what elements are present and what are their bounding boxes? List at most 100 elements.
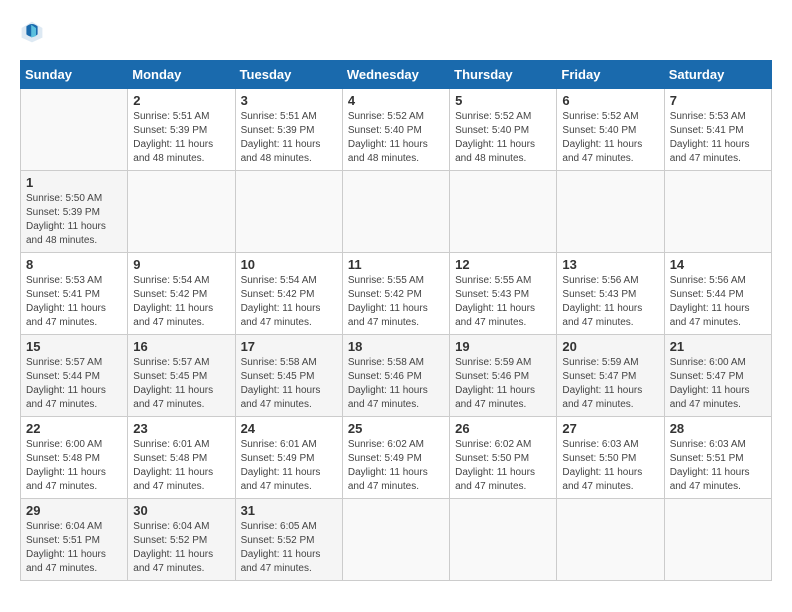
day-number: 22	[26, 421, 122, 436]
calendar-week-row: 2Sunrise: 5:51 AM Sunset: 5:39 PM Daylig…	[21, 89, 772, 171]
calendar-cell	[664, 499, 771, 581]
day-number: 15	[26, 339, 122, 354]
calendar-cell: 4 Sunrise: 5:52 AM Sunset: 5:40 PM Daylig…	[342, 89, 449, 171]
day-info: Sunrise: 5:52 AM Sunset: 5:40 PM Dayligh…	[562, 110, 658, 166]
day-number: 6	[562, 93, 658, 108]
day-number: 1	[26, 175, 122, 190]
logo-icon	[20, 20, 44, 44]
calendar-cell	[557, 171, 664, 253]
calendar-cell: 20Sunrise: 5:59 AM Sunset: 5:47 PM Dayli…	[557, 335, 664, 417]
day-info: Sunrise: 5:52 AM Sunset: 5:40 PM Dayligh…	[455, 110, 551, 166]
day-info: Sunrise: 6:01 AM Sunset: 5:49 PM Dayligh…	[241, 438, 337, 494]
calendar-cell	[450, 171, 557, 253]
day-header-tuesday: Tuesday	[235, 61, 342, 89]
day-info: Sunrise: 5:57 AM Sunset: 5:45 PM Dayligh…	[133, 356, 229, 412]
calendar-cell: 10 Sunrise: 5:54 AM Sunset: 5:42 PM Dayli…	[235, 253, 342, 335]
day-number: 16	[133, 339, 229, 354]
day-number: 31	[241, 503, 337, 518]
calendar-cell	[342, 171, 449, 253]
day-header-wednesday: Wednesday	[342, 61, 449, 89]
day-number: 8	[26, 257, 122, 272]
page-header	[20, 20, 772, 44]
calendar-cell: 16 Sunrise: 5:57 AM Sunset: 5:45 PM Dayli…	[128, 335, 235, 417]
day-info: Sunrise: 5:50 AM Sunset: 5:39 PM Dayligh…	[26, 192, 122, 248]
calendar-cell: 12 Sunrise: 5:55 AM Sunset: 5:43 PM Dayli…	[450, 253, 557, 335]
day-info: Sunrise: 6:03 AM Sunset: 5:51 PM Dayligh…	[670, 438, 766, 494]
logo	[20, 20, 48, 44]
day-number: 27	[562, 421, 658, 436]
calendar-cell: 27 Sunrise: 6:03 AM Sunset: 5:50 PM Dayli…	[557, 417, 664, 499]
day-number: 4	[348, 93, 444, 108]
day-number: 7	[670, 93, 766, 108]
day-number: 14	[670, 257, 766, 272]
calendar-cell: 15Sunrise: 5:57 AM Sunset: 5:44 PM Dayli…	[21, 335, 128, 417]
calendar-cell: 19Sunrise: 5:59 AM Sunset: 5:46 PM Dayli…	[450, 335, 557, 417]
calendar-week-row: 22 Sunrise: 6:00 AM Sunset: 5:48 PM Dayli…	[21, 417, 772, 499]
day-info: Sunrise: 6:03 AM Sunset: 5:50 PM Dayligh…	[562, 438, 658, 494]
day-number: 20	[562, 339, 658, 354]
calendar-cell: 25 Sunrise: 6:02 AM Sunset: 5:49 PM Dayli…	[342, 417, 449, 499]
day-header-monday: Monday	[128, 61, 235, 89]
day-header-thursday: Thursday	[450, 61, 557, 89]
calendar-cell: 3Sunrise: 5:51 AM Sunset: 5:39 PM Daylig…	[235, 89, 342, 171]
calendar-week-row: 29 Sunrise: 6:04 AM Sunset: 5:51 PM Dayli…	[21, 499, 772, 581]
calendar-cell	[450, 499, 557, 581]
calendar-cell: 5 Sunrise: 5:52 AM Sunset: 5:40 PM Daylig…	[450, 89, 557, 171]
day-number: 3	[241, 93, 337, 108]
day-info: Sunrise: 5:56 AM Sunset: 5:43 PM Dayligh…	[562, 274, 658, 330]
day-number: 17	[241, 339, 337, 354]
calendar-header-row: SundayMondayTuesdayWednesdayThursdayFrid…	[21, 61, 772, 89]
calendar-week-row: 1 Sunrise: 5:50 AM Sunset: 5:39 PM Daylig…	[21, 171, 772, 253]
calendar-cell: 17Sunrise: 5:58 AM Sunset: 5:45 PM Dayli…	[235, 335, 342, 417]
calendar-cell	[557, 499, 664, 581]
day-number: 29	[26, 503, 122, 518]
calendar-week-row: 15Sunrise: 5:57 AM Sunset: 5:44 PM Dayli…	[21, 335, 772, 417]
day-number: 11	[348, 257, 444, 272]
day-number: 24	[241, 421, 337, 436]
calendar-cell: 7Sunrise: 5:53 AM Sunset: 5:41 PM Daylig…	[664, 89, 771, 171]
day-number: 21	[670, 339, 766, 354]
calendar-cell	[235, 171, 342, 253]
day-number: 2	[133, 93, 229, 108]
day-number: 23	[133, 421, 229, 436]
day-number: 25	[348, 421, 444, 436]
calendar-cell: 26 Sunrise: 6:02 AM Sunset: 5:50 PM Dayli…	[450, 417, 557, 499]
day-info: Sunrise: 6:02 AM Sunset: 5:50 PM Dayligh…	[455, 438, 551, 494]
day-info: Sunrise: 5:55 AM Sunset: 5:43 PM Dayligh…	[455, 274, 551, 330]
calendar-table: SundayMondayTuesdayWednesdayThursdayFrid…	[20, 60, 772, 581]
day-info: Sunrise: 6:04 AM Sunset: 5:51 PM Dayligh…	[26, 520, 122, 576]
day-info: Sunrise: 5:54 AM Sunset: 5:42 PM Dayligh…	[133, 274, 229, 330]
day-info: Sunrise: 6:02 AM Sunset: 5:49 PM Dayligh…	[348, 438, 444, 494]
day-info: Sunrise: 5:52 AM Sunset: 5:40 PM Dayligh…	[348, 110, 444, 166]
calendar-cell: 23 Sunrise: 6:01 AM Sunset: 5:48 PM Dayli…	[128, 417, 235, 499]
day-info: Sunrise: 6:01 AM Sunset: 5:48 PM Dayligh…	[133, 438, 229, 494]
calendar-cell: 6 Sunrise: 5:52 AM Sunset: 5:40 PM Daylig…	[557, 89, 664, 171]
day-info: Sunrise: 5:54 AM Sunset: 5:42 PM Dayligh…	[241, 274, 337, 330]
day-number: 5	[455, 93, 551, 108]
calendar-cell: 1 Sunrise: 5:50 AM Sunset: 5:39 PM Daylig…	[21, 171, 128, 253]
calendar-cell: 30 Sunrise: 6:04 AM Sunset: 5:52 PM Dayli…	[128, 499, 235, 581]
day-number: 12	[455, 257, 551, 272]
day-header-saturday: Saturday	[664, 61, 771, 89]
day-number: 30	[133, 503, 229, 518]
day-number: 28	[670, 421, 766, 436]
day-info: Sunrise: 5:56 AM Sunset: 5:44 PM Dayligh…	[670, 274, 766, 330]
day-number: 26	[455, 421, 551, 436]
day-info: Sunrise: 6:00 AM Sunset: 5:47 PM Dayligh…	[670, 356, 766, 412]
day-info: Sunrise: 6:04 AM Sunset: 5:52 PM Dayligh…	[133, 520, 229, 576]
calendar-cell: 14 Sunrise: 5:56 AM Sunset: 5:44 PM Dayli…	[664, 253, 771, 335]
calendar-cell: 28 Sunrise: 6:03 AM Sunset: 5:51 PM Dayli…	[664, 417, 771, 499]
day-info: Sunrise: 5:58 AM Sunset: 5:46 PM Dayligh…	[348, 356, 444, 412]
calendar-cell: 21 Sunrise: 6:00 AM Sunset: 5:47 PM Dayli…	[664, 335, 771, 417]
calendar-cell	[21, 89, 128, 171]
calendar-cell: 9Sunrise: 5:54 AM Sunset: 5:42 PM Daylig…	[128, 253, 235, 335]
calendar-cell: 29 Sunrise: 6:04 AM Sunset: 5:51 PM Dayli…	[21, 499, 128, 581]
calendar-cell	[342, 499, 449, 581]
day-header-friday: Friday	[557, 61, 664, 89]
day-info: Sunrise: 6:00 AM Sunset: 5:48 PM Dayligh…	[26, 438, 122, 494]
day-number: 10	[241, 257, 337, 272]
calendar-cell: 11Sunrise: 5:55 AM Sunset: 5:42 PM Dayli…	[342, 253, 449, 335]
calendar-cell	[664, 171, 771, 253]
calendar-week-row: 8Sunrise: 5:53 AM Sunset: 5:41 PM Daylig…	[21, 253, 772, 335]
day-info: Sunrise: 6:05 AM Sunset: 5:52 PM Dayligh…	[241, 520, 337, 576]
